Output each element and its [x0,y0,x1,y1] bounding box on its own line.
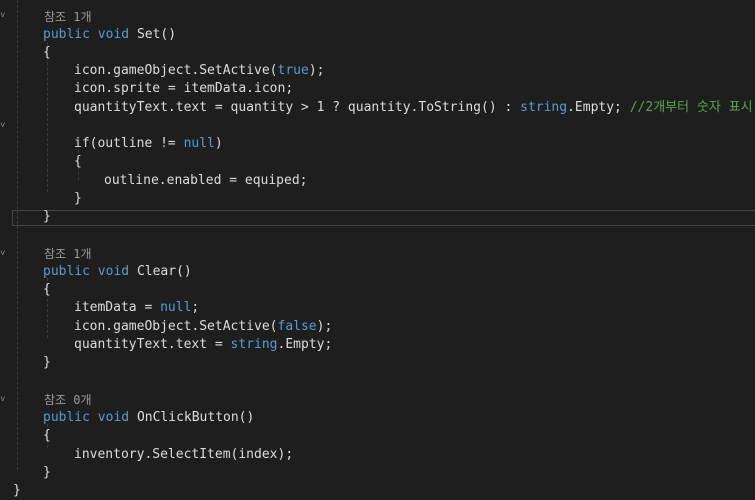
code-editor[interactable]: ˅ ˅ ˅ ˅ 참조 1개 public void Set() { icon.g… [0,0,755,500]
keyword: void [97,410,130,425]
keyword: false [277,319,317,334]
code-line[interactable]: 참조 1개 [0,0,92,24]
codelens-references[interactable]: 참조 1개 [44,10,92,24]
code-text: .Empty; [277,337,333,352]
code-line[interactable]: public void Set() [0,8,176,42]
brace: } [43,465,51,480]
brace: } [13,483,21,498]
brace: { [74,154,82,169]
code-text: icon.gameObject.SetActive( [74,63,278,78]
keyword: public [43,264,90,279]
code-text: if(outline != [74,136,184,151]
keyword: public [43,410,90,425]
code-line[interactable]: outline.enabled = equiped; [0,154,308,188]
code-line[interactable]: inventory.SelectItem(index); [0,428,293,462]
keyword: void [97,27,130,42]
code-line[interactable]: public void Clear() [0,245,192,279]
keyword: string [520,100,568,115]
keyword: string [230,337,278,352]
code-line[interactable]: quantityText.text = string.Empty; [0,318,332,352]
code-line[interactable]: } [0,172,82,206]
code-text: ; [191,300,200,315]
keyword: null [160,300,192,315]
brace: } [74,191,82,206]
code-line[interactable]: { [0,409,51,443]
indent-guide [47,42,48,192]
code-text: outline.enabled = equiped; [104,173,308,188]
code-text: quantityText.text = quantity > 1 ? quant… [74,100,521,115]
code-line[interactable]: public void OnClickButton() [0,391,254,425]
current-line-highlight [12,210,755,226]
codelens-references[interactable]: 참조 1개 [44,247,92,261]
code-line[interactable]: quantityText.text = quantity > 1 ? quant… [0,81,753,115]
code-line[interactable]: { [0,26,51,60]
brace: } [43,355,51,370]
code-line[interactable]: icon.gameObject.SetActive(true); [0,44,324,78]
code-text: itemData = [74,300,161,315]
code-line[interactable]: { [0,263,51,297]
method-signature: Clear() [136,264,192,279]
code-text: icon.sprite = itemData.icon; [74,81,294,96]
code-line[interactable]: if(outline != null) [0,117,223,151]
code-line[interactable]: icon.sprite = itemData.icon; [0,62,293,96]
code-text: .Empty; [567,100,630,115]
code-text: ); [308,63,325,78]
code-line[interactable]: 참조 0개 [0,373,92,407]
brace: { [43,282,51,297]
codelens-references[interactable]: 참조 0개 [44,393,92,407]
code-line[interactable]: 참조 1개 [0,227,92,261]
method-signature: OnClickButton() [136,410,255,425]
brace: } [43,209,51,224]
keyword: void [97,264,130,279]
method-signature: Set() [136,27,177,42]
code-line[interactable]: } [0,336,51,370]
code-comment: //2개부터 숫자 표시 [629,100,753,115]
keyword: public [43,27,90,42]
code-line[interactable]: { [0,135,82,169]
code-text: inventory.SelectItem(index); [74,447,294,462]
code-line[interactable]: itemData = null; [0,281,199,315]
code-text: quantityText.text = [74,337,231,352]
code-line[interactable]: } [0,464,31,498]
code-line[interactable]: icon.gameObject.SetActive(false); [0,300,332,334]
code-line[interactable]: } [0,190,51,224]
code-text: ) [214,136,223,151]
brace: { [43,428,51,443]
brace: { [43,45,51,60]
keyword: true [277,63,309,78]
keyword: null [183,136,215,151]
code-text: icon.gameObject.SetActive( [74,319,278,334]
code-text: ); [316,319,333,334]
code-line[interactable]: } [0,446,51,480]
